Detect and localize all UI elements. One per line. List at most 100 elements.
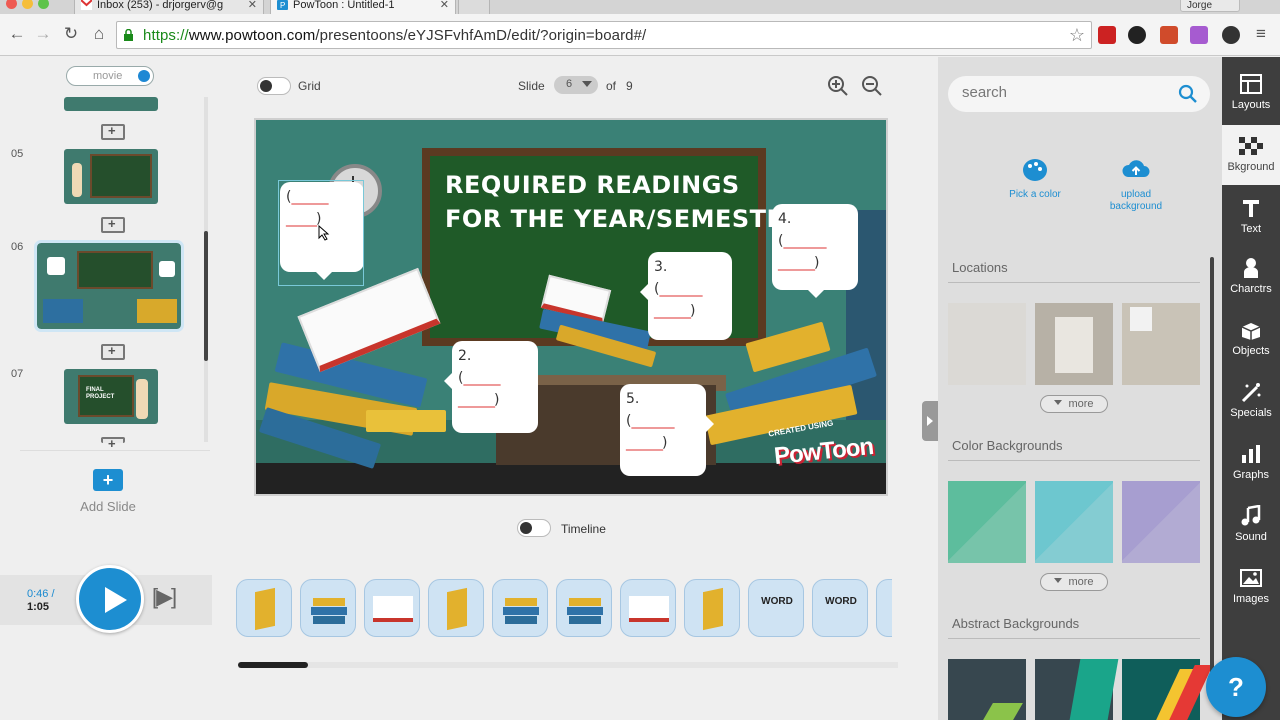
- bookmark-star-icon[interactable]: ☆: [1069, 25, 1085, 46]
- category-text[interactable]: Text: [1222, 187, 1280, 247]
- drawer-item-word[interactable]: WORD: [812, 579, 868, 637]
- yellow-book-icon: [255, 587, 275, 631]
- category-characters[interactable]: Charctrs: [1222, 247, 1280, 307]
- speech-bubble-4[interactable]: 4. (_______ ______): [772, 204, 858, 298]
- tab-gmail[interactable]: Inbox (253) - drjorgerv@g ✕: [74, 0, 264, 14]
- location-tile[interactable]: [1035, 303, 1113, 385]
- minimize-window-button[interactable]: [22, 0, 33, 9]
- pick-color-label: Pick a color: [1009, 189, 1061, 200]
- more-colors-button[interactable]: more: [1040, 573, 1108, 591]
- drawer-scrollbar[interactable]: [238, 662, 898, 668]
- extension-icon-4[interactable]: [1190, 26, 1208, 44]
- section-divider: [948, 460, 1200, 461]
- abstract-background-tile[interactable]: [1122, 659, 1213, 720]
- menu-icon[interactable]: ≡: [1250, 23, 1272, 45]
- slide-canvas[interactable]: REQUIRED READINGS FOR THE YEAR/SEMESTER …: [254, 118, 888, 496]
- bubble-number: 3.: [654, 259, 668, 275]
- grid-toggle[interactable]: [257, 77, 291, 95]
- drawer-item-yellow-book[interactable]: [428, 579, 484, 637]
- pick-color-button[interactable]: Pick a color: [990, 157, 1080, 201]
- drawer-item-open-book[interactable]: [620, 579, 676, 637]
- drawer-scroll-thumb[interactable]: [238, 662, 308, 668]
- toggle-knob: [260, 80, 272, 92]
- drawer-item-partial[interactable]: [876, 579, 892, 637]
- title-line-1: REQUIRED READINGS: [445, 171, 740, 199]
- tab-powtoon[interactable]: P PowToon : Untitled-1 ✕: [270, 0, 456, 14]
- slides-scrollbar[interactable]: [204, 231, 208, 361]
- insert-slide-icon[interactable]: [101, 343, 125, 360]
- address-bar[interactable]: https://www.powtoon.com/presentoons/eYJS…: [116, 21, 1092, 49]
- search-icon[interactable]: [1178, 84, 1198, 104]
- location-tile[interactable]: [1122, 303, 1200, 385]
- movie-toggle[interactable]: movie: [66, 66, 154, 86]
- upload-background-button[interactable]: upload background: [1091, 157, 1181, 213]
- search-input[interactable]: [962, 84, 1162, 101]
- extension-icon-3[interactable]: [1160, 26, 1178, 44]
- abstract-background-tile[interactable]: [1035, 659, 1119, 720]
- bubble-number: 5.: [626, 391, 640, 407]
- close-tab-icon[interactable]: ✕: [440, 0, 449, 11]
- drawer-item-book-stack[interactable]: [492, 579, 548, 637]
- slide-thumb-07[interactable]: FINAL PROJECT: [64, 369, 158, 424]
- color-background-tile[interactable]: [1122, 481, 1200, 563]
- category-images[interactable]: Images: [1222, 557, 1280, 617]
- maximize-window-button[interactable]: [38, 0, 49, 9]
- drawer-item-book-stack[interactable]: [300, 579, 356, 637]
- add-slide-label[interactable]: Add Slide: [58, 499, 158, 514]
- speech-bubble-2[interactable]: 2. (______ ______): [444, 341, 538, 433]
- add-slide-button[interactable]: +: [93, 469, 123, 491]
- timeline-toggle[interactable]: [517, 519, 551, 537]
- insert-slide-icon[interactable]: [101, 436, 125, 451]
- category-layouts[interactable]: Layouts: [1222, 63, 1280, 123]
- extension-icon-2[interactable]: [1128, 26, 1146, 44]
- drawer-item-word[interactable]: WORD: [748, 579, 804, 637]
- category-sound[interactable]: Sound: [1222, 495, 1280, 555]
- insert-slide-icon[interactable]: [101, 123, 125, 140]
- slide-select[interactable]: 6: [554, 76, 598, 94]
- category-graphs[interactable]: Graphs: [1222, 433, 1280, 493]
- speech-bubble-5[interactable]: 5. (_______ ______): [620, 384, 714, 476]
- new-tab-button[interactable]: [458, 0, 490, 14]
- speech-bubble-3[interactable]: 3. (_______ ______): [640, 252, 732, 340]
- insert-slide-icon[interactable]: [101, 216, 125, 233]
- drawer-item-yellow-book[interactable]: [236, 579, 292, 637]
- slide-title-text[interactable]: REQUIRED READINGS FOR THE YEAR/SEMESTER: [445, 168, 802, 236]
- collapse-panel-tab[interactable]: [922, 401, 938, 441]
- color-background-tile[interactable]: [1035, 481, 1113, 563]
- book-prop[interactable]: [366, 410, 446, 432]
- play-button[interactable]: [76, 565, 144, 633]
- slide-thumb-04[interactable]: [64, 97, 158, 111]
- zoom-out-icon[interactable]: [861, 75, 883, 97]
- close-window-button[interactable]: [6, 0, 17, 9]
- extension-icon-5[interactable]: [1222, 26, 1240, 44]
- drawer-item-yellow-book[interactable]: [684, 579, 740, 637]
- close-tab-icon[interactable]: ✕: [248, 0, 257, 11]
- url-path: /presentoons/eYJSFvhfAmD/edit/?origin=bo…: [315, 27, 647, 44]
- home-icon[interactable]: ⌂: [88, 23, 110, 45]
- forward-icon[interactable]: →: [32, 23, 54, 45]
- slide-thumb-05[interactable]: [64, 149, 158, 204]
- back-icon[interactable]: ←: [6, 23, 28, 45]
- zoom-in-icon[interactable]: [827, 75, 849, 97]
- library-search[interactable]: [948, 76, 1210, 112]
- library-scrollbar[interactable]: [1210, 257, 1214, 697]
- profile-chip[interactable]: Jorge: [1180, 0, 1240, 12]
- more-locations-button[interactable]: more: [1040, 395, 1108, 413]
- location-tile[interactable]: [948, 303, 1026, 385]
- category-specials[interactable]: Specials: [1222, 371, 1280, 431]
- abstract-background-tile[interactable]: [948, 659, 1026, 720]
- reload-icon[interactable]: ↻: [60, 23, 82, 45]
- extension-icon-1[interactable]: [1098, 26, 1116, 44]
- category-objects[interactable]: Objects: [1222, 309, 1280, 369]
- slide-thumb-06[interactable]: [34, 240, 184, 332]
- drawer-item-open-book[interactable]: [364, 579, 420, 637]
- title-line-2: FOR THE YEAR/SEMESTER: [445, 205, 803, 233]
- svg-text:P: P: [280, 1, 285, 10]
- color-background-tile[interactable]: [948, 481, 1026, 563]
- category-background[interactable]: Bkground: [1222, 125, 1280, 185]
- drawer-item-book-stack[interactable]: [556, 579, 612, 637]
- category-label: Bkground: [1227, 161, 1275, 173]
- play-from-slide-icon[interactable]: [▶]: [152, 585, 190, 611]
- help-button[interactable]: ?: [1206, 657, 1266, 717]
- url-scheme: https://: [143, 27, 189, 44]
